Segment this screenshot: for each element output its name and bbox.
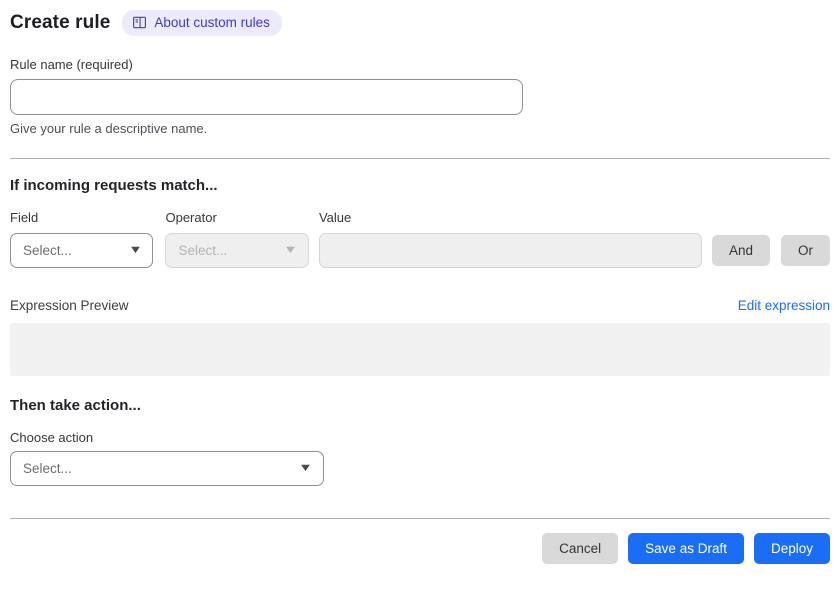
match-section: If incoming requests match... Field Sele… [10, 177, 830, 268]
rule-name-label: Rule name (required) [10, 57, 133, 72]
operator-select[interactable]: Select... ▼ [165, 233, 309, 268]
operator-label: Operator [165, 210, 217, 225]
expression-section: Expression Preview Edit expression [10, 298, 830, 376]
expression-preview-box [10, 323, 830, 376]
and-or-buttons: And Or [711, 235, 830, 268]
choose-action-select-value: Select... [23, 461, 72, 476]
operator-select-value: Select... [178, 243, 228, 258]
chevron-down-icon: ▼ [298, 462, 313, 474]
or-button[interactable]: Or [781, 235, 830, 266]
cancel-button[interactable]: Cancel [542, 533, 619, 564]
and-button[interactable]: And [711, 235, 770, 266]
expression-builder-row: Field Select... ▼ Operator Select... ▼ V… [10, 210, 830, 268]
book-icon [132, 15, 147, 30]
about-custom-rules-link[interactable]: About custom rules [122, 10, 282, 36]
field-label: Field [10, 210, 39, 225]
match-heading: If incoming requests match... [10, 177, 218, 194]
value-column: Value [318, 210, 702, 268]
deploy-button[interactable]: Deploy [753, 533, 830, 564]
rule-name-input[interactable] [10, 79, 523, 115]
action-section: Then take action... Choose action Select… [10, 397, 830, 486]
chevron-down-icon: ▼ [127, 244, 143, 256]
save-as-draft-button[interactable]: Save as Draft [628, 533, 744, 564]
value-label: Value [318, 210, 352, 225]
value-input[interactable] [318, 233, 702, 268]
expression-header: Expression Preview Edit expression [10, 298, 830, 313]
rule-name-helper: Give your rule a descriptive name. [10, 121, 208, 136]
field-select[interactable]: Select... ▼ [10, 233, 154, 268]
footer-buttons: Cancel Save as Draft Deploy [10, 533, 830, 564]
create-rule-page: Create rule About custom rules Rule name… [0, 0, 839, 564]
choose-action-select[interactable]: Select... ▼ [10, 451, 324, 486]
about-custom-rules-label: About custom rules [154, 14, 270, 30]
edit-expression-link[interactable]: Edit expression [738, 298, 830, 313]
expression-preview-label: Expression Preview [10, 298, 129, 313]
operator-column: Operator Select... ▼ [165, 210, 309, 268]
action-heading: Then take action... [10, 397, 141, 414]
page-title: Create rule [10, 12, 111, 33]
section-divider [10, 158, 830, 159]
field-column: Field Select... ▼ [10, 210, 154, 268]
chevron-down-icon: ▼ [283, 244, 298, 256]
choose-action-label: Choose action [10, 430, 94, 445]
footer-divider [10, 518, 830, 519]
page-header: Create rule About custom rules [10, 10, 830, 36]
field-select-value: Select... [23, 243, 72, 258]
rule-name-section: Rule name (required) Give your rule a de… [10, 57, 830, 136]
